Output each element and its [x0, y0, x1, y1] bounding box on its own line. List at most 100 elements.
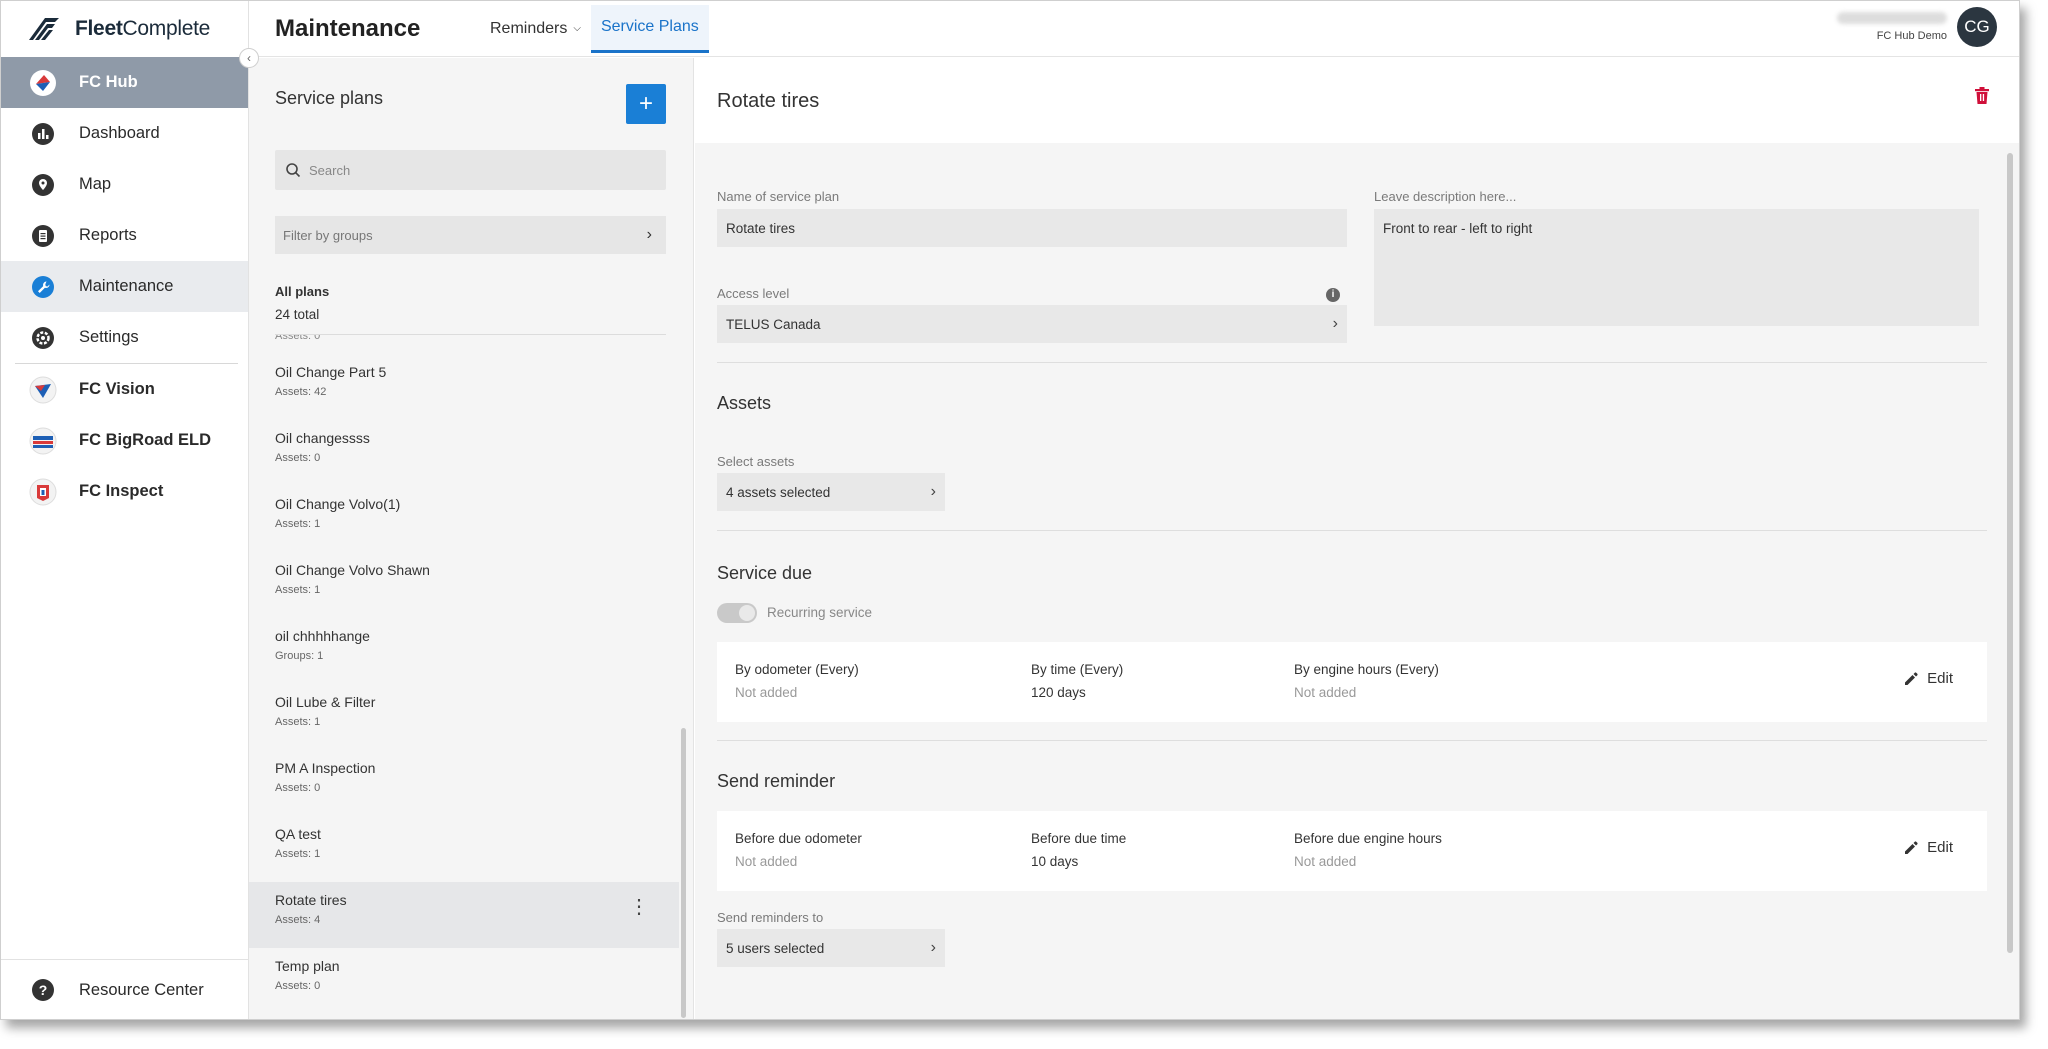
edit-label: Edit [1927, 839, 1953, 856]
list-item[interactable]: Oil Lube & Filter Assets: 1 [249, 684, 679, 750]
sidebar: FleetComplete FC Hub Dashboard Map Repor… [1, 1, 249, 1019]
sidebar-item-label: Maintenance [79, 277, 174, 295]
plan-meta: Assets: 4 [275, 914, 321, 926]
resource-center-label: Resource Center [79, 980, 204, 999]
sidebar-item-label: Map [79, 175, 112, 193]
by-odometer-value: Not added [735, 685, 798, 700]
sidebar-collapse-button[interactable]: ‹ [239, 48, 259, 68]
resource-center: ? Resource Center [1, 959, 248, 1019]
access-level-select[interactable]: TELUS Canada › [717, 305, 1347, 343]
fleetcomplete-logo-icon [29, 18, 59, 40]
info-icon[interactable]: i [1326, 288, 1340, 302]
sidebar-item-fc-bigroad[interactable]: FC BigRoad ELD [1, 415, 248, 466]
before-due-time-label: Before due time [1031, 831, 1127, 846]
tab-reminders[interactable]: Reminders ⌵ [480, 1, 591, 57]
tab-service-plans[interactable]: Service Plans [590, 4, 709, 53]
chevron-right-icon: › [930, 483, 936, 500]
sidebar-item-reports[interactable]: Reports [1, 210, 248, 261]
by-engine-hours-label: By engine hours (Every) [1294, 662, 1439, 677]
plans-total: 24 total [275, 307, 320, 322]
detail-scrollbar[interactable] [2007, 153, 2013, 953]
search-icon [286, 163, 301, 178]
send-to-label: Send reminders to [717, 910, 824, 925]
sidebar-item-fc-hub[interactable]: FC Hub [1, 57, 248, 108]
sidebar-item-fc-inspect[interactable]: FC Inspect [1, 466, 248, 517]
edit-label: Edit [1927, 670, 1953, 687]
all-plans-header: All plans 24 total [275, 284, 329, 322]
edit-service-due-button[interactable]: Edit [1903, 670, 1953, 687]
page-title: Maintenance [275, 14, 421, 42]
plan-name-field[interactable]: Rotate tires [717, 209, 1347, 247]
list-item[interactable]: oil chhhhhange Groups: 1 [249, 618, 679, 684]
plan-name: Temp plan [275, 958, 340, 974]
service-due-title: Service due [717, 563, 813, 583]
by-engine-hours: By engine hours (Every) Not added [1294, 662, 1439, 700]
plan-name: PM A Inspection [275, 760, 376, 776]
edit-reminder-button[interactable]: Edit [1903, 839, 1953, 856]
fc-bigroad-icon [29, 427, 57, 455]
search-input[interactable] [309, 162, 629, 178]
sidebar-item-label: FC Vision [79, 380, 155, 398]
description-field[interactable]: Front to rear - left to right [1374, 209, 1979, 326]
recurring-service-label: Recurring service [767, 605, 873, 620]
plan-name: Oil Change Volvo Shawn [275, 562, 430, 578]
list-item[interactable]: QA test Assets: 1 [249, 816, 679, 882]
by-odometer-label: By odometer (Every) [735, 662, 859, 677]
send-to-value: 5 users selected [726, 940, 825, 956]
list-item[interactable]: Oil Change Part 5 Assets: 42 [249, 354, 679, 420]
list-item[interactable]: Oil Change Volvo(1) Assets: 1 [249, 486, 679, 552]
before-due-engine-hours: Before due engine hours Not added [1294, 831, 1442, 869]
sidebar-item-settings[interactable]: Settings [1, 312, 248, 363]
send-to-button[interactable]: 5 users selected › [717, 929, 945, 967]
help-icon: ? [29, 976, 57, 1004]
logo[interactable]: FleetComplete [1, 1, 248, 57]
all-plans-label: All plans [275, 284, 330, 299]
access-level-label: Access level [717, 286, 790, 301]
chevron-down-icon: ⌵ [573, 23, 581, 34]
section-divider [717, 362, 1987, 363]
plans-scrollbar[interactable] [681, 728, 686, 1018]
sidebar-item-label: FC Inspect [79, 482, 164, 500]
before-due-odometer-label: Before due odometer [735, 831, 862, 846]
chevron-right-icon: › [1332, 315, 1338, 332]
list-item[interactable]: PM A Inspection Assets: 0 [249, 750, 679, 816]
avatar[interactable]: CG [1957, 7, 1997, 47]
search-box[interactable] [275, 150, 666, 190]
more-options-icon[interactable]: ⋮ [629, 897, 649, 917]
wrench-icon [29, 273, 57, 301]
logo-text: FleetComplete [75, 17, 210, 40]
name-label: Name of service plan [717, 189, 840, 204]
sidebar-item-dashboard[interactable]: Dashboard [1, 108, 248, 159]
by-time: By time (Every) 120 days [1031, 662, 1123, 700]
add-plan-button[interactable]: + [626, 84, 666, 124]
trash-icon[interactable] [1973, 86, 1991, 106]
sidebar-item-map[interactable]: Map [1, 159, 248, 210]
filter-by-groups[interactable]: Filter by groups › [275, 216, 666, 254]
list-item[interactable]: Temp plan Assets: 0 [249, 948, 679, 1014]
plan-name: Oil changessss [275, 430, 370, 446]
reports-icon [29, 222, 57, 250]
user-menu[interactable]: FC Hub Demo CG [1837, 7, 1997, 47]
before-due-time-value: 10 days [1031, 854, 1079, 869]
service-due-card: By odometer (Every) Not added By time (E… [717, 642, 1987, 722]
chevron-right-icon: › [646, 226, 652, 243]
user-org: FC Hub Demo [1876, 30, 1947, 42]
list-item-selected[interactable]: Rotate tires Assets: 4 ⋮ [249, 882, 679, 948]
plan-meta: Assets: 0 [275, 782, 321, 794]
assets-title: Assets [717, 393, 772, 413]
resource-center-button[interactable]: ? Resource Center [1, 960, 248, 1019]
by-time-value: 120 days [1031, 685, 1086, 700]
list-item[interactable]: Oil changessss Assets: 0 [249, 420, 679, 486]
pencil-icon [1905, 840, 1918, 854]
sidebar-item-fc-vision[interactable]: FC Vision [1, 364, 248, 415]
list-item[interactable]: Oil Change Volvo Shawn Assets: 1 [249, 552, 679, 618]
select-assets-button[interactable]: 4 assets selected › [717, 473, 945, 511]
list-divider [275, 334, 666, 335]
plan-meta: Assets: 1 [275, 848, 321, 860]
recurring-service-toggle[interactable] [717, 603, 757, 623]
sidebar-item-maintenance[interactable]: Maintenance [1, 261, 248, 312]
before-due-time: Before due time 10 days [1031, 831, 1126, 869]
user-info: FC Hub Demo [1837, 12, 1947, 42]
plan-list: Oil Change Part 5 Assets: 42 Oil changes… [249, 354, 679, 1014]
dashboard-icon [29, 120, 57, 148]
